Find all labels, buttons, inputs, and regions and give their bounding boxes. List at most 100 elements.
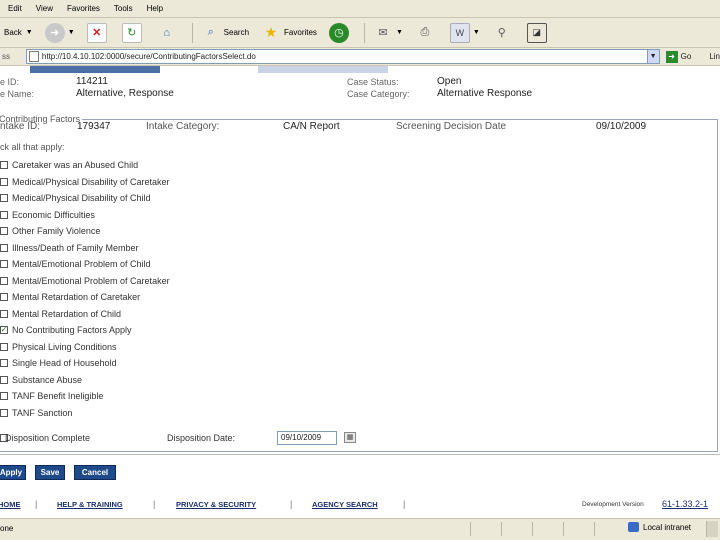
address-url: http://10.4.10.102:0000/secure/Contribut… bbox=[41, 52, 256, 61]
apply-button[interactable]: Apply bbox=[0, 465, 26, 480]
status-cell bbox=[532, 522, 562, 536]
home-button[interactable]: ⌂ bbox=[153, 21, 184, 45]
mail-button[interactable]: ✉ ▼ bbox=[369, 21, 407, 45]
factor-row[interactable]: Mental/Emotional Problem of Child bbox=[0, 256, 170, 273]
factor-row[interactable]: Mental Retardation of Caretaker bbox=[0, 289, 170, 306]
factor-checkbox[interactable] bbox=[0, 161, 8, 170]
stop-button[interactable]: ✕ bbox=[83, 21, 114, 45]
factor-row[interactable]: Caretaker was an Abused Child bbox=[0, 157, 170, 174]
status-cell bbox=[563, 522, 593, 536]
footer-privacy-link[interactable]: PRIVACY & SECURITY bbox=[176, 500, 256, 509]
toolbar-separator bbox=[363, 22, 365, 43]
security-zone: Local intranet bbox=[628, 522, 691, 532]
footer-version-link[interactable]: 61-1.33.2-1 bbox=[662, 499, 708, 509]
factor-checkbox[interactable] bbox=[0, 375, 8, 384]
factor-checkbox[interactable] bbox=[0, 293, 8, 302]
research-button[interactable]: ⚲ bbox=[488, 21, 519, 45]
factor-row[interactable]: Substance Abuse bbox=[0, 372, 170, 389]
edit-button[interactable]: W ▼ bbox=[446, 21, 484, 45]
factor-checkbox[interactable] bbox=[0, 227, 8, 236]
factor-label: Medical/Physical Disability of Caretaker bbox=[12, 176, 170, 187]
chevron-down-icon: ▼ bbox=[67, 29, 75, 36]
menu-help[interactable]: Help bbox=[147, 4, 163, 13]
tab-case-summary[interactable] bbox=[30, 66, 160, 73]
menu-edit[interactable]: Edit bbox=[8, 4, 22, 13]
print-button[interactable]: ⎙ bbox=[411, 21, 442, 45]
refresh-button[interactable]: ↻ bbox=[118, 21, 149, 45]
address-bar: ss http://10.4.10.102:0000/secure/Contri… bbox=[0, 48, 720, 66]
factor-row[interactable]: Economic Difficulties bbox=[0, 207, 170, 224]
menu-tools[interactable]: Tools bbox=[114, 4, 133, 13]
case-name-value: Alternative, Response bbox=[76, 88, 174, 99]
factor-row[interactable]: Other Family Violence bbox=[0, 223, 170, 240]
factor-label: Medical/Physical Disability of Child bbox=[12, 193, 151, 204]
menu-favorites[interactable]: Favorites bbox=[67, 4, 100, 13]
tab-contributing-factors[interactable] bbox=[258, 66, 388, 73]
chevron-down-icon: ▼ bbox=[395, 29, 403, 36]
favorites-button[interactable]: ★ Favorites bbox=[257, 21, 321, 45]
footer-home-link[interactable]: HOME bbox=[0, 500, 21, 509]
factor-row[interactable]: Medical/Physical Disability of Caretaker bbox=[0, 174, 170, 191]
contributing-factors-list: Caretaker was an Abused Child Medical/Phy… bbox=[0, 157, 170, 421]
browser-toolbar: Back ▼ ➜ ▼ ✕ ↻ ⌂ ⌕ Search ★ Favorites ◷ … bbox=[0, 18, 720, 48]
address-dropdown-button[interactable]: ▼ bbox=[646, 50, 659, 63]
factor-checkbox[interactable] bbox=[0, 194, 8, 203]
save-button[interactable]: Save bbox=[35, 465, 65, 480]
resize-grip[interactable] bbox=[706, 521, 718, 537]
footer-help-link[interactable]: HELP & TRAINING bbox=[57, 500, 123, 509]
factor-row[interactable]: Physical Living Conditions bbox=[0, 339, 170, 356]
disposition-date-input[interactable]: 09/10/2009 bbox=[277, 431, 337, 445]
address-input[interactable]: http://10.4.10.102:0000/secure/Contribut… bbox=[25, 49, 660, 64]
history-icon: ◷ bbox=[328, 22, 349, 43]
factor-row[interactable]: Illness/Death of Family Member bbox=[0, 240, 170, 257]
intake-category-label: Intake Category: bbox=[146, 121, 220, 132]
word-icon: W bbox=[449, 22, 470, 43]
intake-category-value: CA/N Report bbox=[283, 121, 340, 132]
factor-checkbox[interactable] bbox=[0, 342, 8, 351]
messenger-button[interactable]: ◪ bbox=[523, 21, 554, 45]
factor-checkbox[interactable] bbox=[0, 359, 8, 368]
top-tab-strip bbox=[0, 66, 720, 73]
factor-row[interactable]: TANF Benefit Ineligible bbox=[0, 388, 170, 405]
screening-date-value-wrap: 09/10/2009 bbox=[596, 121, 646, 132]
search-button[interactable]: ⌕ Search bbox=[197, 21, 253, 45]
intranet-icon bbox=[628, 522, 639, 532]
factor-checkbox[interactable]: ✓ bbox=[0, 326, 8, 335]
factor-checkbox[interactable] bbox=[0, 276, 8, 285]
go-button[interactable]: ➜ Go bbox=[665, 50, 691, 63]
page-content: e ID: 114211 Case Status: Open e Name: A… bbox=[0, 66, 720, 518]
footer-agency-link[interactable]: AGENCY SEARCH bbox=[312, 500, 378, 509]
factor-checkbox[interactable] bbox=[0, 243, 8, 252]
intake-id-label: ntake ID: bbox=[0, 121, 41, 132]
factor-label: Mental Retardation of Caretaker bbox=[12, 292, 141, 303]
disposition-complete-label: Disposition Complete bbox=[5, 433, 91, 443]
back-button[interactable]: Back ▼ bbox=[0, 21, 37, 45]
menu-view[interactable]: View bbox=[36, 4, 53, 13]
calendar-icon[interactable]: ▦ bbox=[344, 432, 356, 443]
factor-label: Physical Living Conditions bbox=[12, 341, 117, 352]
links-label[interactable]: Lin bbox=[709, 52, 720, 61]
factor-label: No Contributing Factors Apply bbox=[12, 325, 132, 336]
factor-checkbox[interactable] bbox=[0, 177, 8, 186]
factor-checkbox[interactable] bbox=[0, 408, 8, 417]
factor-checkbox[interactable] bbox=[0, 309, 8, 318]
factor-row[interactable]: TANF Sanction bbox=[0, 405, 170, 422]
forward-button[interactable]: ➜ ▼ bbox=[41, 21, 79, 45]
factor-row[interactable]: Medical/Physical Disability of Child bbox=[0, 190, 170, 207]
footer-version-label: Development Version bbox=[582, 501, 644, 508]
messenger-icon: ◪ bbox=[526, 22, 547, 43]
factor-checkbox[interactable] bbox=[0, 210, 8, 219]
factor-checkbox[interactable] bbox=[0, 260, 8, 269]
footer-separator: | bbox=[403, 499, 406, 509]
factor-label: TANF Sanction bbox=[12, 407, 73, 418]
footer-separator: | bbox=[290, 499, 293, 509]
factor-checkbox[interactable] bbox=[0, 392, 8, 401]
factor-row[interactable]: Mental/Emotional Problem of Caretaker bbox=[0, 273, 170, 290]
forward-arrow-icon: ➜ bbox=[44, 22, 65, 43]
factor-row[interactable]: ✓ No Contributing Factors Apply bbox=[0, 322, 170, 339]
factor-row[interactable]: Mental Retardation of Child bbox=[0, 306, 170, 323]
history-button[interactable]: ◷ bbox=[325, 21, 356, 45]
cancel-button[interactable]: Cancel bbox=[74, 465, 116, 480]
factor-row[interactable]: Single Head of Household bbox=[0, 355, 170, 372]
intake-id-value-wrap: 179347 bbox=[77, 121, 110, 132]
